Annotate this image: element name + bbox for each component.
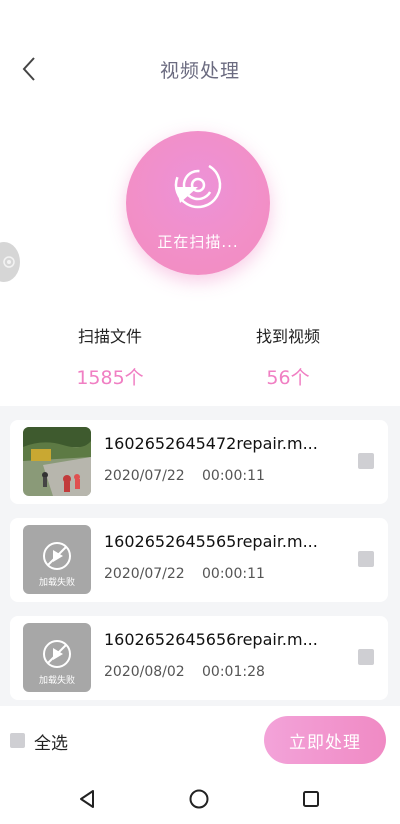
list-item[interactable]: 1602652645472repair.m... 2020/07/22 00:0… bbox=[10, 420, 388, 504]
video-duration: 00:00:11 bbox=[202, 566, 265, 582]
scan-progress-circle: 正在扫描... bbox=[126, 131, 270, 275]
nav-back-button[interactable] bbox=[74, 786, 100, 812]
video-file-name: 1602652645565repair.m... bbox=[104, 532, 318, 551]
load-failed-text: 加载失败 bbox=[38, 578, 75, 588]
video-thumbnail: 加载失败 bbox=[23, 623, 91, 692]
scanned-files-stat: 扫描文件 1585个 bbox=[40, 323, 180, 390]
header: 视频处理 bbox=[0, 0, 400, 120]
video-duration: 00:01:28 bbox=[202, 664, 265, 680]
list-item[interactable]: 加载失败 1602652645656repair.m... 2020/08/02… bbox=[10, 616, 388, 700]
scan-radar-icon bbox=[174, 161, 222, 209]
broken-media-icon bbox=[43, 542, 71, 570]
video-select-checkbox[interactable] bbox=[358, 453, 374, 469]
circle-home-icon bbox=[189, 789, 209, 809]
select-all-label[interactable]: 全选 bbox=[34, 729, 68, 754]
scanned-files-count: 1585个 bbox=[76, 367, 144, 389]
load-failed-text: 加载失败 bbox=[38, 676, 75, 686]
video-date: 2020/07/22 bbox=[104, 566, 185, 582]
system-nav-bar bbox=[0, 774, 400, 824]
triangle-back-icon bbox=[80, 790, 94, 808]
found-videos-stat: 找到视频 56个 bbox=[218, 323, 358, 390]
nav-home-button[interactable] bbox=[186, 786, 212, 812]
scan-status-text: 正在扫描... bbox=[157, 233, 239, 251]
video-thumbnail bbox=[23, 427, 91, 496]
found-videos-count: 56个 bbox=[266, 367, 310, 389]
video-select-checkbox[interactable] bbox=[358, 649, 374, 665]
nav-recents-button[interactable] bbox=[298, 786, 324, 812]
video-select-checkbox[interactable] bbox=[358, 551, 374, 567]
video-date: 2020/08/02 bbox=[104, 664, 185, 680]
video-file-name: 1602652645656repair.m... bbox=[104, 630, 318, 649]
list-item[interactable]: 加载失败 1602652645565repair.m... 2020/07/22… bbox=[10, 518, 388, 602]
page-title: 视频处理 bbox=[159, 60, 240, 82]
floating-assist-ball[interactable] bbox=[0, 242, 20, 282]
select-all-checkbox[interactable] bbox=[10, 733, 25, 748]
video-thumbnail-image bbox=[23, 427, 91, 496]
found-videos-label: 找到视频 bbox=[255, 327, 320, 346]
video-file-name: 1602652645472repair.m... bbox=[104, 434, 318, 453]
square-recents-icon bbox=[303, 791, 319, 807]
video-list[interactable]: 1602652645472repair.m... 2020/07/22 00:0… bbox=[0, 406, 400, 706]
scanned-files-label: 扫描文件 bbox=[77, 327, 142, 346]
assist-icon bbox=[3, 256, 15, 268]
broken-media-icon bbox=[43, 640, 71, 668]
video-date: 2020/07/22 bbox=[104, 468, 185, 484]
video-thumbnail: 加载失败 bbox=[23, 525, 91, 594]
bottom-action-bar: 全选 立即处理 bbox=[0, 706, 400, 774]
video-duration: 00:00:11 bbox=[202, 468, 265, 484]
process-now-button[interactable]: 立即处理 bbox=[264, 716, 386, 764]
